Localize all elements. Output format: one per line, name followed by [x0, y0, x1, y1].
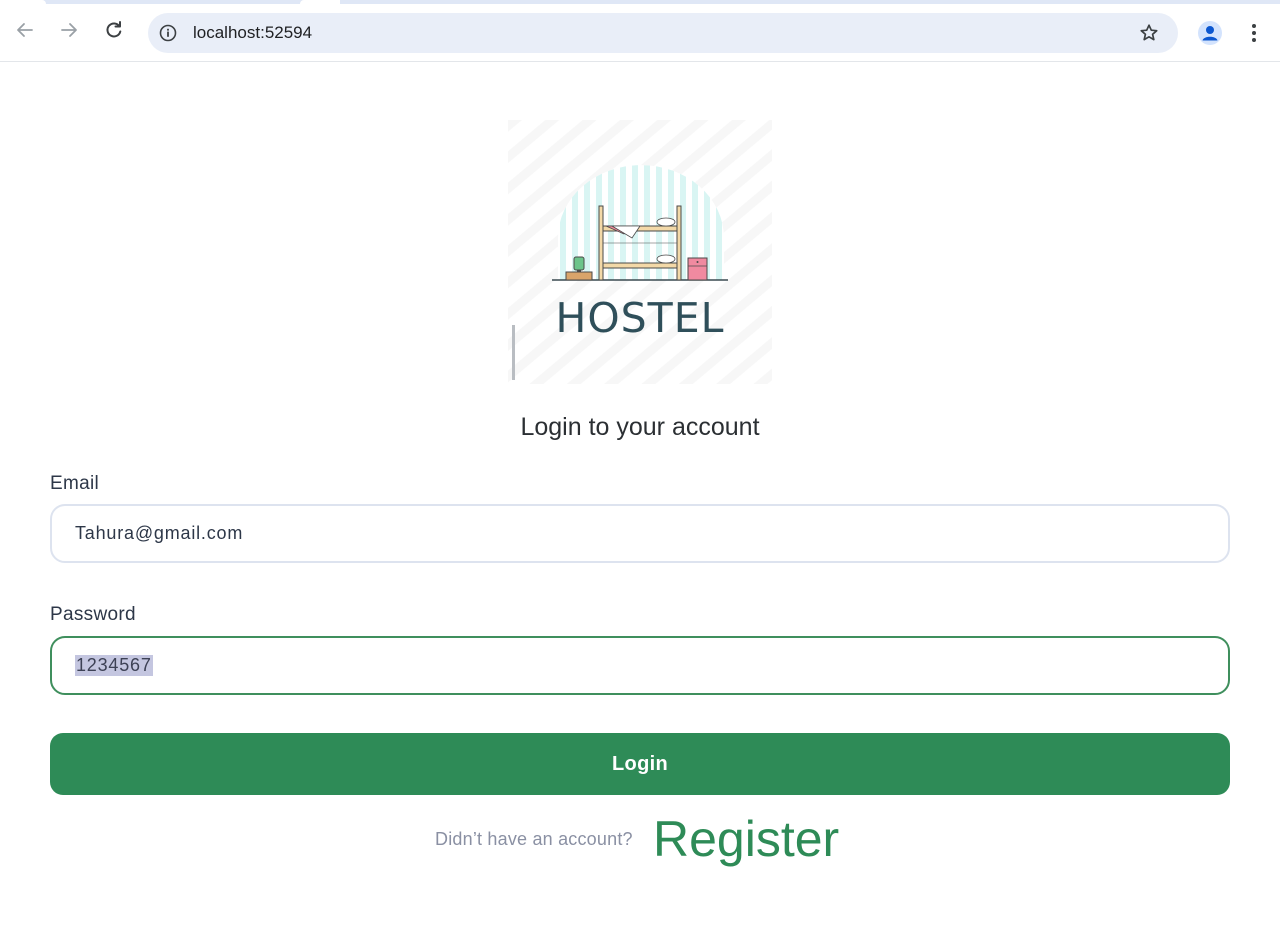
back-button[interactable]: [12, 17, 38, 43]
profile-icon[interactable]: [1198, 21, 1222, 45]
login-page: HOSTEL Login to your account Email Tahur…: [0, 63, 1280, 931]
star-icon[interactable]: [1139, 23, 1159, 43]
password-field[interactable]: 1234567: [50, 636, 1230, 695]
browser-toolbar: localhost:52594: [0, 4, 1280, 62]
password-label: Password: [50, 604, 136, 625]
arrow-left-icon: [17, 23, 33, 37]
address-bar[interactable]: localhost:52594: [148, 13, 1178, 53]
email-field[interactable]: Tahura@gmail.com: [50, 504, 1230, 563]
hostel-logo: HOSTEL: [508, 120, 772, 384]
password-value: 1234567: [75, 655, 153, 676]
reload-icon: [106, 21, 122, 38]
kebab-menu-icon[interactable]: [1244, 21, 1264, 45]
logo-text: HOSTEL: [556, 294, 725, 342]
logo-credit-mark: [512, 325, 515, 380]
cabinet-icon: [687, 257, 708, 281]
page-title: Login to your account: [520, 413, 760, 441]
email-value: Tahura@gmail.com: [75, 523, 244, 543]
email-label: Email: [50, 473, 100, 494]
arrow-right-icon: [61, 23, 77, 37]
info-icon[interactable]: [159, 24, 177, 42]
reload-button[interactable]: [101, 17, 127, 43]
register-line: Didn’t have an account? Register: [0, 807, 1280, 877]
register-link[interactable]: Register: [653, 810, 839, 868]
person-icon: [1202, 26, 1218, 41]
register-prompt: Didn’t have an account?: [435, 829, 633, 849]
forward-button[interactable]: [56, 17, 82, 43]
url-text[interactable]: localhost:52594: [193, 24, 312, 42]
login-button[interactable]: Login: [50, 733, 1230, 795]
